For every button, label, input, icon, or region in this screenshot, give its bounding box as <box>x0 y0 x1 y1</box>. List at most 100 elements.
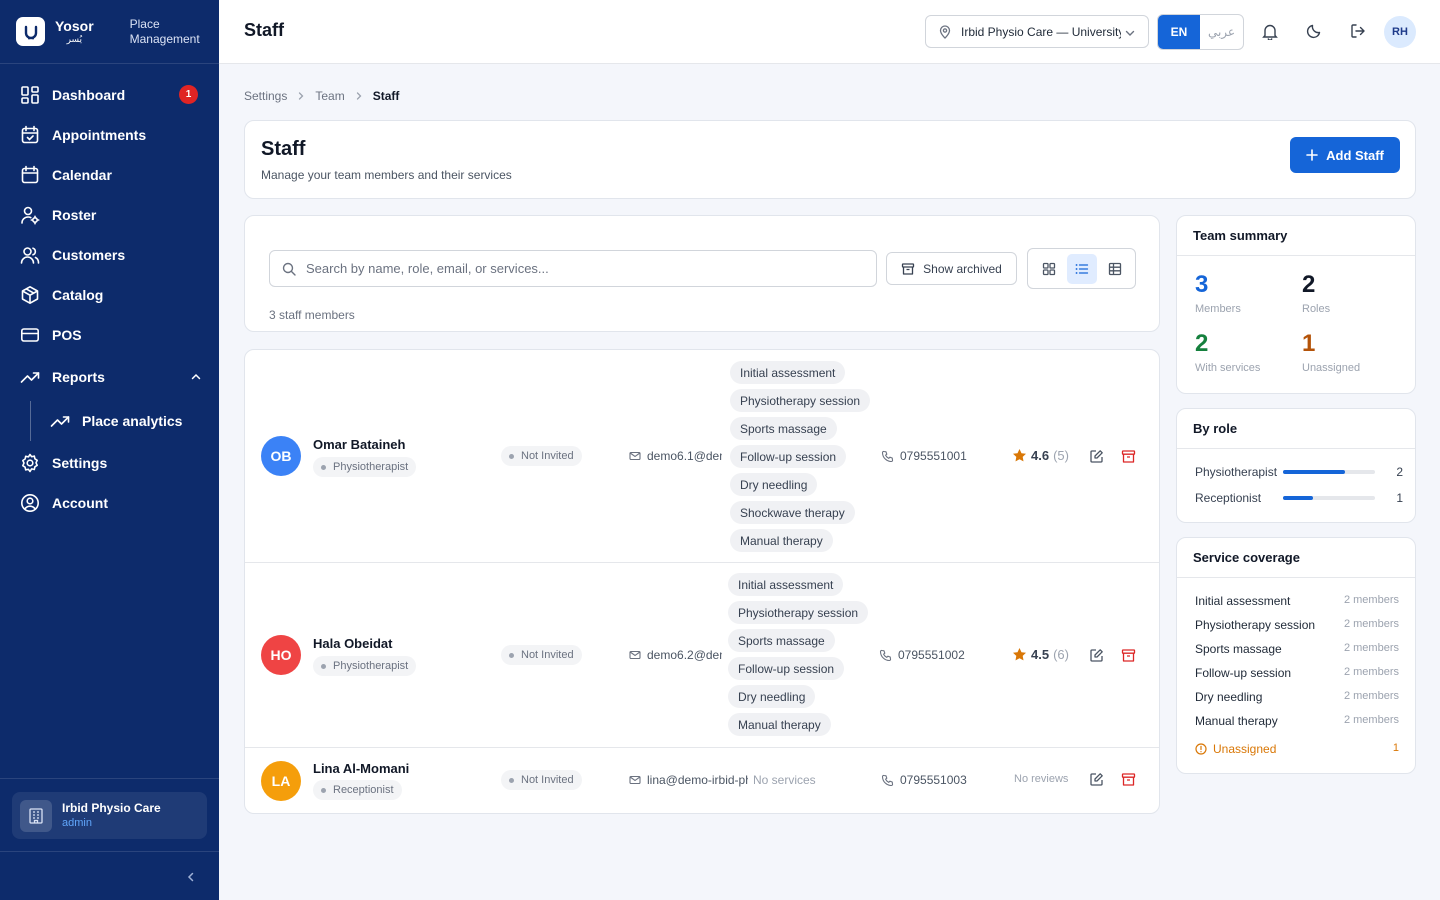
topbar: Staff Irbid Physio Care — University Str… <box>219 0 1440 64</box>
table-view-button[interactable] <box>1100 254 1130 284</box>
search-input[interactable]: Search by name, role, email, or services… <box>269 250 877 287</box>
stat-value: 2 <box>1302 271 1316 298</box>
no-services-text: No services <box>753 773 816 787</box>
sidebar-item-label: Catalog <box>52 287 104 303</box>
chevron-left-icon <box>187 872 194 882</box>
card-title: Service coverage <box>1193 550 1300 565</box>
coverage-row: Sports massage 2 members <box>1195 642 1399 656</box>
avatar: OB <box>261 436 301 476</box>
user-avatar[interactable]: RH <box>1384 16 1416 48</box>
role-count: 2 <box>1396 465 1403 479</box>
breadcrumb-team[interactable]: Team <box>315 89 344 103</box>
service-tag: Sports massage <box>730 417 837 440</box>
chevron-down-icon <box>1125 30 1135 36</box>
lang-en-button[interactable]: EN <box>1158 15 1200 49</box>
edit-icon[interactable] <box>1089 648 1104 663</box>
archive-icon[interactable] <box>1121 648 1136 663</box>
staff-rating: 4.6 (5) <box>1012 448 1069 463</box>
stat-members: 3 Members <box>1195 271 1241 316</box>
archive-icon[interactable] <box>1121 449 1136 464</box>
service-tag: Shockwave therapy <box>730 501 855 524</box>
role-name: Receptionist <box>1195 491 1262 505</box>
breadcrumb-staff: Staff <box>372 89 400 103</box>
sidebar-item-customers[interactable]: Customers <box>0 235 219 275</box>
lang-ar-button[interactable]: عربي <box>1200 15 1243 49</box>
location-select[interactable]: Irbid Physio Care — University Street <box>925 15 1149 48</box>
list-view-button[interactable] <box>1066 253 1097 284</box>
role-bar <box>1283 496 1375 500</box>
mail-icon <box>629 650 641 660</box>
service-tag: Dry needling <box>730 473 818 496</box>
sidebar-item-settings[interactable]: Settings <box>0 443 219 483</box>
sidebar-item-pos[interactable]: POS <box>0 315 219 355</box>
search-icon <box>282 262 296 276</box>
sidebar-item-reports[interactable]: Reports <box>0 355 219 399</box>
stat-value: 3 <box>1195 271 1209 298</box>
card-title: By role <box>1193 421 1238 436</box>
language-switch: EN عربي <box>1157 14 1244 50</box>
staff-count: 3 staff members <box>269 308 355 322</box>
table-row[interactable]: HO Hala Obeidat Physiotherapist Not Invi… <box>245 563 1159 748</box>
grid-view-button[interactable] <box>1034 254 1064 284</box>
service-tag: Follow-up session <box>728 657 845 680</box>
chevron-right-icon <box>356 92 362 100</box>
table-row[interactable]: OB Omar Bataineh Physiotherapist Not Inv… <box>245 350 1159 563</box>
service-tag: Follow-up session <box>730 445 847 468</box>
view-mode-toggle <box>1027 248 1136 289</box>
alert-circle-icon <box>1195 743 1207 755</box>
sidebar-item-account[interactable]: Account <box>0 483 219 523</box>
moon-icon[interactable] <box>1306 23 1322 39</box>
bell-icon[interactable] <box>1262 23 1278 40</box>
edit-icon[interactable] <box>1089 772 1104 787</box>
invite-status-badge: Not Invited <box>501 770 582 790</box>
users-icon <box>20 247 40 264</box>
stat-roles: 2 Roles <box>1302 271 1330 316</box>
sidebar-item-place-analytics[interactable]: Place analytics <box>0 399 219 443</box>
list-icon <box>1075 263 1088 274</box>
edit-icon[interactable] <box>1089 449 1104 464</box>
location-value: Irbid Physio Care — University Street <box>961 24 1121 39</box>
phone-icon <box>881 450 894 462</box>
sidebar-item-catalog[interactable]: Catalog <box>0 275 219 315</box>
sidebar-item-label: Appointments <box>52 127 147 143</box>
breadcrumb-settings[interactable]: Settings <box>244 89 287 103</box>
sidebar: Yosor يُسر Place Management Dashboard 1 … <box>0 0 219 900</box>
sidebar-item-dashboard[interactable]: Dashboard 1 <box>0 75 219 115</box>
archive-icon[interactable] <box>1121 772 1136 787</box>
staff-name[interactable]: Omar Bataineh <box>313 437 405 452</box>
service-tag: Manual therapy <box>728 713 831 736</box>
avatar: HO <box>261 635 301 675</box>
organization-switcher[interactable]: Irbid Physio Care admin <box>12 792 207 839</box>
archive-icon <box>901 262 915 275</box>
sidebar-item-calendar[interactable]: Calendar <box>0 155 219 195</box>
team-summary-card: Team summary 3 Members 2 Roles 2 With se… <box>1176 215 1416 394</box>
by-role-card: By role Physiotherapist 2 Receptionist 1 <box>1176 408 1416 523</box>
add-staff-button[interactable]: Add Staff <box>1290 137 1400 173</box>
star-icon <box>1013 449 1026 462</box>
staff-list: OB Omar Bataineh Physiotherapist Not Inv… <box>244 349 1160 814</box>
coverage-unassigned-row: Unassigned 1 <box>1195 742 1399 756</box>
star-icon <box>1013 648 1026 661</box>
role-badge: Physiotherapist <box>313 656 417 676</box>
stat-with-services: 2 With services <box>1195 332 1261 375</box>
package-icon <box>21 286 39 304</box>
sidebar-item-label: Settings <box>52 455 108 471</box>
staff-rating: 4.5 (6) <box>1012 647 1069 662</box>
page-header-card: Staff Manage your team members and their… <box>244 120 1416 199</box>
show-archived-button[interactable]: Show archived <box>886 252 1017 285</box>
staff-phone: 0795551003 <box>881 773 967 787</box>
staff-name[interactable]: Lina Al-Momani <box>313 761 409 776</box>
logout-icon[interactable] <box>1350 23 1366 39</box>
stat-label: With services <box>1195 362 1261 374</box>
plus-icon <box>1306 149 1318 161</box>
staff-name[interactable]: Hala Obeidat <box>313 636 392 651</box>
sidebar-item-appointments[interactable]: Appointments <box>0 115 219 155</box>
brand[interactable]: Yosor يُسر Place Management <box>0 0 219 64</box>
sidebar-collapse-button[interactable] <box>0 851 219 900</box>
service-coverage-card: Service coverage Initial assessment 2 mem… <box>1176 537 1416 774</box>
section-subtitle: Manage your team members and their servi… <box>261 168 512 182</box>
mail-icon <box>629 775 641 785</box>
add-staff-label: Add Staff <box>1326 147 1384 163</box>
sidebar-item-roster[interactable]: Roster <box>0 195 219 235</box>
table-row[interactable]: LA Lina Al-Momani Receptionist Not Invit… <box>245 748 1159 813</box>
